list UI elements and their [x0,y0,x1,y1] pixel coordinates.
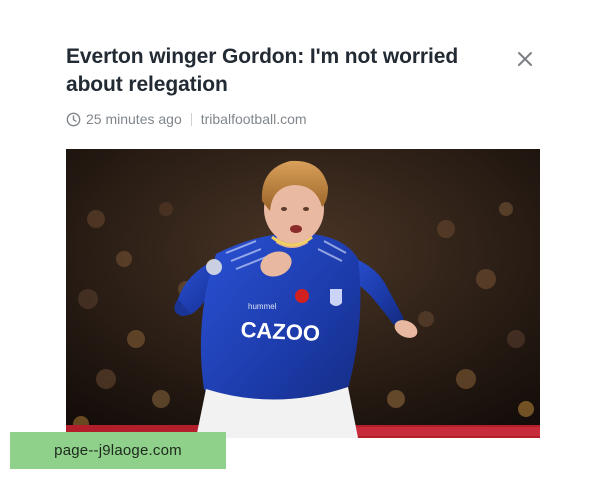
news-card[interactable]: Everton winger Gordon: I'm not worried a… [52,38,546,438]
time-ago: 25 minutes ago [86,111,182,127]
article-title[interactable]: Everton winger Gordon: I'm not worried a… [66,43,486,99]
svg-text:hummel: hummel [248,302,277,311]
close-icon [518,52,532,66]
article-photo[interactable]: CAZOO hummel [66,149,540,438]
article-meta: 25 minutes ago tribalfootball.com [66,109,307,129]
source-link[interactable]: tribalfootball.com [201,111,307,127]
meta-divider [190,112,192,126]
watermark-banner: page--j9laoge.com [10,432,226,469]
svg-text:CAZOO: CAZOO [240,317,321,346]
clock-icon [66,112,81,126]
photo-football-player: CAZOO hummel [66,149,540,438]
close-button[interactable] [514,48,536,70]
